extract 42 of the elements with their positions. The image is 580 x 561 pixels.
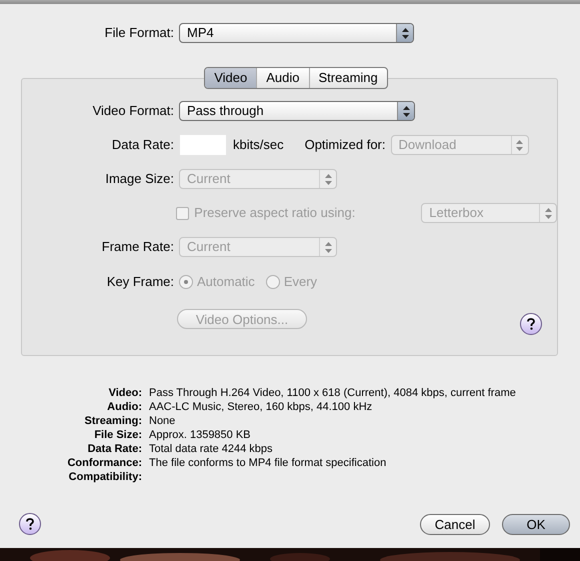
- checkbox-label: Preserve aspect ratio using:: [194, 204, 356, 222]
- field-label: Optimized for:: [304, 136, 386, 154]
- help-button[interactable]: [19, 513, 41, 535]
- summary-label: Streaming:: [84, 414, 142, 428]
- question-mark-icon: [527, 318, 535, 330]
- tab[interactable]: Video: [205, 68, 256, 88]
- summary-value: Pass Through H.264 Video, 1100 x 618 (Current), 4084 kbps, current frame: [149, 386, 516, 400]
- summary-value: Total data rate 4244 kbps: [149, 442, 273, 456]
- summary-label: Audio:: [106, 400, 142, 414]
- cancel-button[interactable]: Cancel: [420, 514, 490, 534]
- tab[interactable]: Streaming: [308, 68, 387, 88]
- dropdown[interactable]: MP4: [179, 23, 414, 43]
- unit-label: kbits/sec: [233, 136, 284, 154]
- field-label: Frame Rate:: [100, 238, 174, 256]
- dropdown[interactable]: Pass through: [179, 101, 415, 121]
- field-label: Video Format:: [92, 102, 174, 120]
- summary-label: Video:: [108, 386, 142, 400]
- summary-label: Compatibility:: [68, 470, 142, 484]
- radio-label: Every: [284, 273, 318, 292]
- question-mark-icon: [26, 518, 34, 530]
- data-rate-field[interactable]: [180, 135, 226, 155]
- summary-value: The file conforms to MP4 file format specification: [149, 456, 386, 470]
- summary-label: Conformance:: [66, 456, 142, 470]
- summary-value: AAC-LC Music, Stereo, 160 kbps, 44.100 kHz: [149, 400, 372, 414]
- summary-label: File Size:: [93, 428, 142, 442]
- help-button[interactable]: [520, 313, 542, 335]
- field-label: File Format:: [104, 24, 174, 42]
- radio-label: Automatic: [197, 273, 255, 292]
- stepper-arrows-icon: [516, 140, 523, 150]
- field-label: Data Rate:: [110, 136, 174, 154]
- tab[interactable]: Audio: [256, 68, 308, 88]
- field-label: Image Size:: [104, 170, 174, 188]
- field-label: Key Frame:: [106, 273, 174, 292]
- summary-value: Approx. 1359850 KB: [149, 428, 251, 442]
- stepper-arrows-icon: [402, 28, 408, 38]
- stepper-arrows-icon: [402, 106, 410, 116]
- stepper-arrows-icon: [324, 242, 332, 252]
- ok-button[interactable]: OK: [502, 514, 570, 534]
- summary-value: None: [149, 414, 176, 428]
- stepper-arrows-icon: [324, 174, 332, 184]
- summary-label: Data Rate:: [86, 442, 142, 456]
- stepper-arrows-icon: [544, 208, 552, 218]
